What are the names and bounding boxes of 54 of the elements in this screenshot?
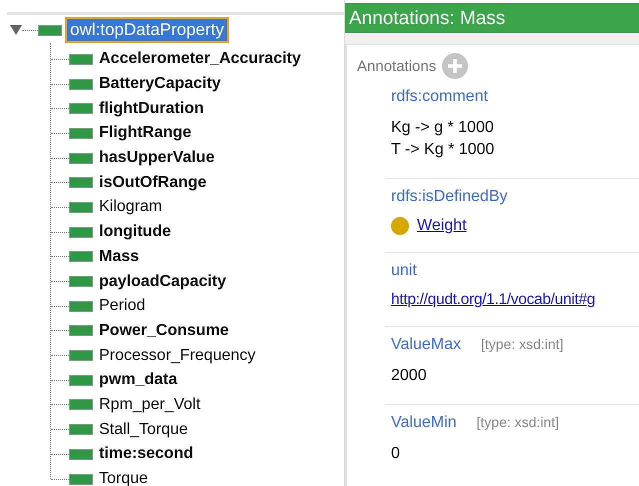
- annotation-value: Kg -> g * 1000: [391, 118, 495, 138]
- tree-item[interactable]: flightDuration: [99, 100, 204, 118]
- property-icon: [69, 128, 93, 139]
- property-name[interactable]: unit: [391, 262, 417, 280]
- property-icon: [69, 325, 93, 336]
- property-icon: [69, 177, 93, 188]
- tree-item[interactable]: Rpm_per_Volt: [99, 396, 200, 414]
- entity-link[interactable]: Weight: [417, 217, 467, 235]
- tree-item[interactable]: Mass: [99, 248, 140, 266]
- property-icon: [69, 350, 93, 362]
- tree-item[interactable]: BatteryCapacity: [99, 75, 221, 94]
- section-label: Annotations: [357, 58, 436, 74]
- tree-item[interactable]: longitude: [99, 223, 171, 242]
- property-icon: [69, 374, 93, 386]
- tree-item[interactable]: Accelerometer_Accuracity: [99, 50, 301, 68]
- tree-item[interactable]: Processor_Frequency: [99, 346, 256, 365]
- property-icon: [69, 78, 93, 90]
- property-icon: [69, 152, 93, 164]
- url-link[interactable]: http://qudt.org/1.1/vocab/unit#g: [391, 291, 596, 308]
- annotation-value: 2000: [391, 366, 428, 386]
- datatype-label: [type: xsd:int]: [480, 336, 564, 352]
- tree-item[interactable]: payloadCapacity: [99, 272, 226, 291]
- property-name[interactable]: ValueMin: [391, 414, 457, 432]
- tree-item[interactable]: isOutOfRange: [99, 174, 207, 192]
- tree-item[interactable]: owl:topDataProperty: [65, 17, 230, 43]
- tree-item[interactable]: time:second: [99, 445, 194, 464]
- property-icon: [69, 474, 93, 485]
- property-icon: [69, 300, 93, 312]
- tree-item[interactable]: FlightRange: [99, 124, 192, 142]
- property-icon: [69, 276, 93, 288]
- property-icon: [69, 251, 93, 262]
- property-name[interactable]: rdfs:isDefinedBy: [391, 188, 508, 206]
- tree-item[interactable]: Torque: [99, 470, 148, 486]
- annotation-value: T -> Kg * 1000: [391, 140, 496, 160]
- tree-item[interactable]: Stall_Torque: [99, 420, 188, 439]
- property-name[interactable]: ValueMax: [391, 336, 461, 354]
- panel-title: Annotations: Mass: [345, 3, 639, 33]
- tree-item[interactable]: Power_Consume: [99, 322, 229, 340]
- property-name[interactable]: rdfs:comment: [391, 88, 488, 106]
- property-icon: [69, 202, 93, 213]
- annotation-value: 0: [391, 444, 401, 464]
- property-icon: [69, 226, 93, 238]
- tree-item[interactable]: hasUpperValue: [99, 149, 215, 168]
- expand-triangle-icon[interactable]: [10, 25, 22, 35]
- tree-item[interactable]: pwm_data: [99, 371, 178, 390]
- property-icon: [69, 103, 93, 114]
- tree-item[interactable]: Period: [99, 297, 146, 316]
- property-icon: [69, 399, 93, 410]
- property-icon: [69, 424, 93, 436]
- tree-item[interactable]: Kilogram: [99, 198, 162, 216]
- datatype-label: [type: xsd:int]: [476, 414, 559, 430]
- property-icon: [69, 54, 93, 65]
- property-icon: [69, 448, 93, 460]
- property-icon: [38, 24, 62, 36]
